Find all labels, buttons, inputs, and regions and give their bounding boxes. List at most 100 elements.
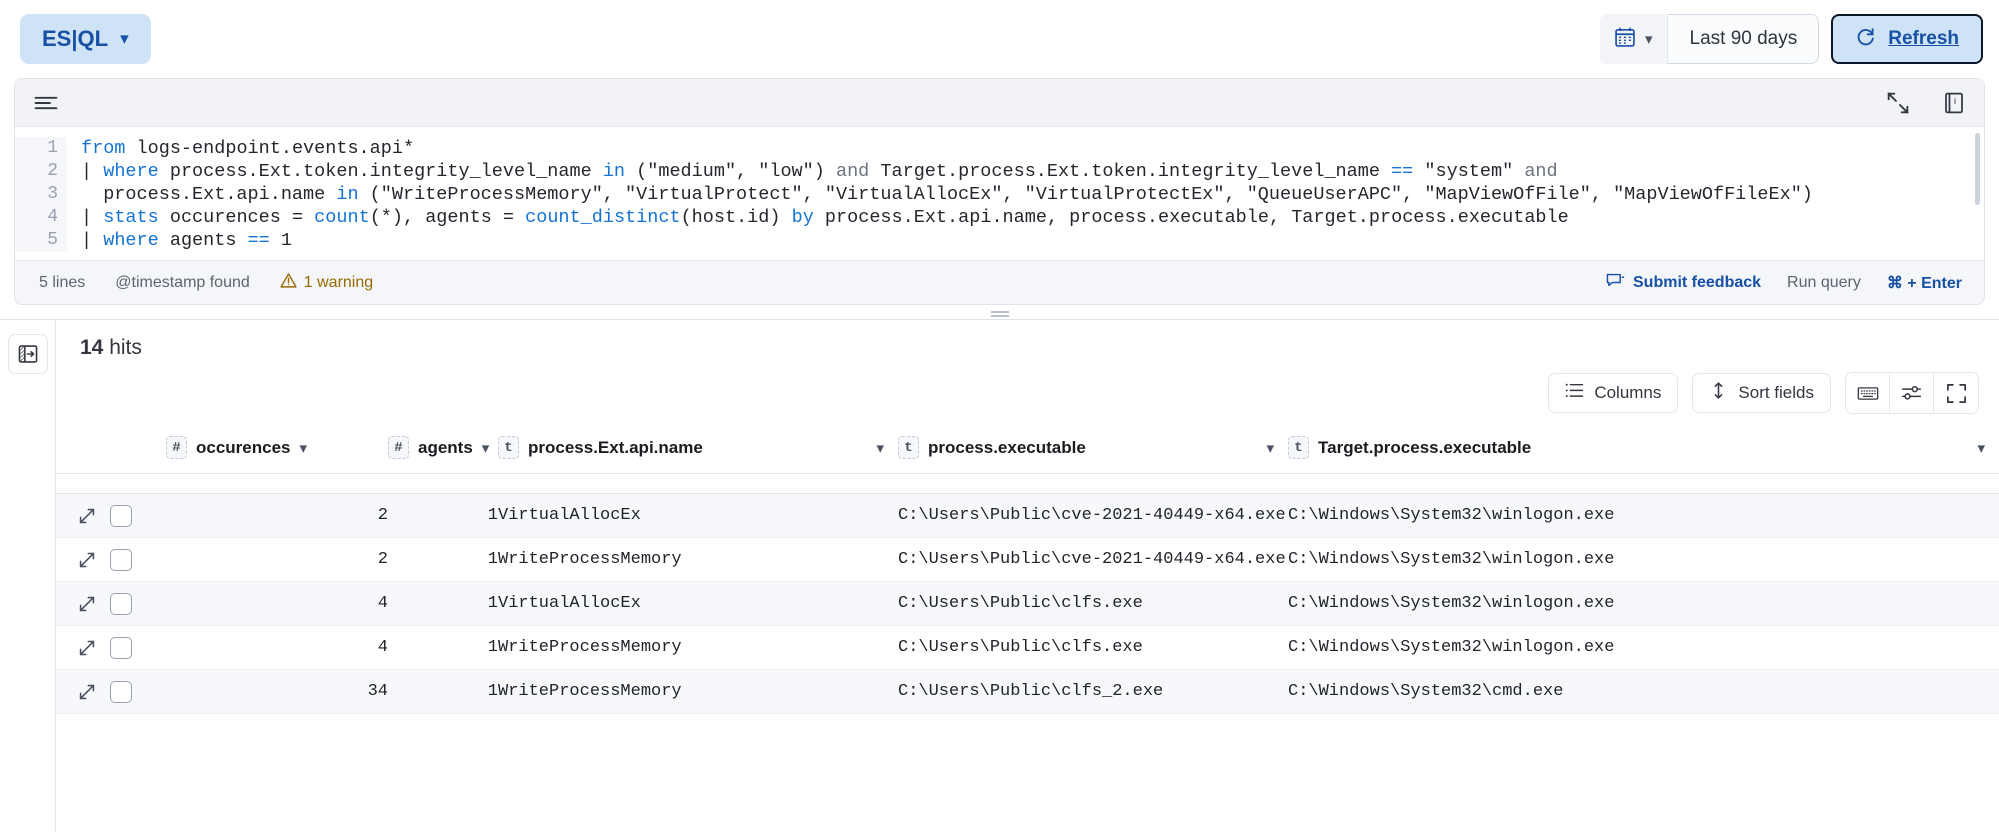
chevron-down-icon[interactable]: ▾	[300, 439, 308, 457]
code-line[interactable]: | where process.Ext.token.integrity_leve…	[81, 160, 1984, 183]
cell-api-name[interactable]: WriteProcessMemory	[498, 626, 898, 670]
line-number: 2	[15, 160, 58, 183]
results-section: 14 hits Columns	[0, 319, 1999, 832]
cell-occurences[interactable]: 4	[166, 582, 388, 626]
chevron-down-icon[interactable]: ▾	[876, 439, 884, 457]
cell-target-executable[interactable]: C:\Windows\System32\winlogon.exe	[1288, 582, 1999, 626]
table-row[interactable]: 41VirtualAllocExC:\Users\Public\clfs.exe…	[56, 582, 1999, 626]
cell-agents[interactable]: 1	[388, 538, 498, 582]
header-process-executable[interactable]: t process.executable ▾	[898, 424, 1288, 474]
cell-process-executable[interactable]: C:\Users\Public\cve-2021-40449-x64.exe	[898, 538, 1288, 582]
header-agents[interactable]: # agents ▾	[388, 424, 498, 474]
table-row[interactable]: 21WriteProcessMemoryC:\Users\Public\cve-…	[56, 538, 1999, 582]
collapse-editor-icon[interactable]	[1886, 91, 1910, 115]
columns-button[interactable]: Columns	[1548, 373, 1678, 413]
top-bar: ES|QL ▾	[0, 0, 1999, 78]
row-select-checkbox[interactable]	[110, 593, 132, 615]
line-number: 1	[15, 137, 58, 160]
cell-target-executable[interactable]: C:\Windows\System32\winlogon.exe	[1288, 494, 1999, 538]
fullscreen-icon[interactable]	[1934, 373, 1978, 413]
row-controls-cell	[56, 494, 166, 538]
cell-api-name[interactable]: VirtualAllocEx	[498, 582, 898, 626]
cell-agents[interactable]: 1	[388, 670, 498, 714]
number-type-icon: #	[388, 436, 409, 459]
expand-row-icon[interactable]	[78, 683, 96, 701]
row-select-checkbox[interactable]	[110, 681, 132, 703]
cell-target-executable[interactable]: C:\Windows\System32\winlogon.exe	[1288, 626, 1999, 670]
code-line[interactable]: | where agents == 1	[81, 229, 1984, 252]
hits-label: hits	[109, 336, 142, 359]
header-row: # occurences ▾ # agents ▾	[56, 424, 1999, 474]
expand-row-icon[interactable]	[78, 551, 96, 569]
row-select-checkbox[interactable]	[110, 637, 132, 659]
query-code-area[interactable]: 12345 from logs-endpoint.events.api*| wh…	[15, 127, 1984, 260]
expand-row-icon[interactable]	[78, 595, 96, 613]
table-row[interactable]: 21VirtualAllocExC:\Users\Public\cve-2021…	[56, 494, 1999, 538]
expand-row-icon[interactable]	[78, 507, 96, 525]
toggle-fields-sidebar-button[interactable]	[8, 334, 48, 374]
date-picker-quick-menu[interactable]: ▾	[1600, 14, 1668, 64]
cell-occurences[interactable]: 4	[166, 626, 388, 670]
chevron-down-icon[interactable]: ▾	[482, 439, 490, 457]
run-query-shortcut: ⌘ + Enter	[1887, 273, 1962, 293]
header-occurences[interactable]: # occurences ▾	[166, 424, 388, 474]
header-api-name[interactable]: t process.Ext.api.name ▾	[498, 424, 898, 474]
cell-agents[interactable]: 1	[388, 582, 498, 626]
line-number: 3	[15, 183, 58, 206]
text-type-icon: t	[898, 436, 919, 459]
chevron-down-icon[interactable]: ▾	[1977, 439, 1985, 457]
date-range-value[interactable]: Last 90 days	[1668, 14, 1820, 64]
grid-display-options	[1845, 372, 1979, 414]
display-options-icon[interactable]	[1890, 373, 1934, 413]
cell-occurences[interactable]: 34	[166, 670, 388, 714]
cell-api-name[interactable]: WriteProcessMemory	[498, 538, 898, 582]
cell-process-executable[interactable]: C:\Users\Public\clfs.exe	[898, 626, 1288, 670]
cell-agents[interactable]: 1	[388, 626, 498, 670]
query-history-icon[interactable]	[33, 93, 59, 113]
esql-selector-button[interactable]: ES|QL ▾	[20, 14, 151, 64]
query-code-text[interactable]: from logs-endpoint.events.api*| where pr…	[67, 137, 1984, 252]
row-select-checkbox[interactable]	[110, 505, 132, 527]
cell-process-executable[interactable]: C:\Users\Public\clfs_2.exe	[898, 670, 1288, 714]
refresh-label: Refresh	[1888, 28, 1959, 50]
row-select-checkbox[interactable]	[110, 549, 132, 571]
header-control-cell	[56, 424, 166, 474]
table-row[interactable]: 41WriteProcessMemoryC:\Users\Public\clfs…	[56, 626, 1999, 670]
cell-process-executable[interactable]: C:\Users\Public\clfs.exe	[898, 582, 1288, 626]
sort-fields-button[interactable]: Sort fields	[1692, 373, 1831, 413]
header-label: Target.process.executable	[1318, 438, 1531, 458]
hits-count: 14	[80, 336, 103, 359]
cell-api-name[interactable]: WriteProcessMemory	[498, 670, 898, 714]
table-row[interactable]: 341WriteProcessMemoryC:\Users\Public\clf…	[56, 670, 1999, 714]
keyboard-shortcuts-icon[interactable]	[1846, 373, 1890, 413]
refresh-button[interactable]: Refresh	[1831, 14, 1983, 64]
query-editor-header: i	[15, 79, 1984, 127]
cell-agents[interactable]: 1	[388, 494, 498, 538]
cell-process-executable[interactable]: C:\Users\Public\cve-2021-40449-x64.exe	[898, 494, 1288, 538]
code-line[interactable]: from logs-endpoint.events.api*	[81, 137, 1984, 160]
warning-status[interactable]: 1 warning	[280, 272, 373, 294]
code-line[interactable]: process.Ext.api.name in ("WriteProcessMe…	[81, 183, 1984, 206]
panel-resize-handle[interactable]	[0, 305, 1999, 319]
documentation-icon[interactable]: i	[1942, 91, 1966, 115]
editor-scrollbar[interactable]	[1975, 133, 1980, 205]
run-query-label: Run query	[1787, 274, 1861, 292]
header-target-executable[interactable]: t Target.process.executable ▾	[1288, 424, 1999, 474]
cell-occurences[interactable]: 2	[166, 494, 388, 538]
code-line[interactable]: | stats occurences = count(*), agents = …	[81, 206, 1984, 229]
line-number: 5	[15, 229, 58, 252]
data-grid-header: # occurences ▾ # agents ▾	[56, 424, 1999, 474]
calendar-icon	[1614, 26, 1636, 53]
resize-grip-icon	[991, 311, 1009, 313]
top-bar-right-controls: ▾ Last 90 days Refresh	[1600, 14, 1983, 64]
cell-target-executable[interactable]: C:\Windows\System32\cmd.exe	[1288, 670, 1999, 714]
date-range-picker[interactable]: ▾ Last 90 days	[1600, 14, 1819, 64]
warning-label: 1 warning	[304, 274, 373, 292]
expand-row-icon[interactable]	[78, 639, 96, 657]
chevron-down-icon[interactable]: ▾	[1266, 439, 1274, 457]
submit-feedback-button[interactable]: Submit feedback	[1606, 272, 1761, 294]
sort-icon	[1709, 381, 1728, 405]
cell-occurences[interactable]: 2	[166, 538, 388, 582]
cell-api-name[interactable]: VirtualAllocEx	[498, 494, 898, 538]
cell-target-executable[interactable]: C:\Windows\System32\winlogon.exe	[1288, 538, 1999, 582]
